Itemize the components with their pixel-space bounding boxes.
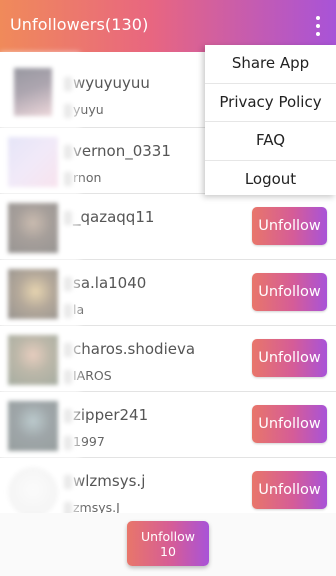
avatar <box>8 401 58 451</box>
avatar <box>14 68 52 116</box>
avatar <box>8 203 58 253</box>
username: _qazaqq11 <box>64 208 154 226</box>
unfollow-button[interactable]: Unfollow <box>252 207 327 245</box>
overflow-menu-icon[interactable] <box>316 16 320 36</box>
menu-item-share-app[interactable]: Share App <box>205 45 336 84</box>
avatar <box>8 269 58 319</box>
list-item: charos.shodieva IAROS Unfollow <box>0 326 336 392</box>
page-title: Unfollowers(130) <box>10 15 149 34</box>
list-item: zipper241 1997 Unfollow <box>0 392 336 458</box>
unfollow-button[interactable]: Unfollow <box>252 471 327 509</box>
menu-item-faq[interactable]: FAQ <box>205 122 336 161</box>
avatar <box>8 467 58 517</box>
unfollow-button[interactable]: Unfollow <box>252 405 327 443</box>
username: vernon_0331 <box>64 142 171 160</box>
username: wyuyuyuu <box>64 74 150 92</box>
menu-item-privacy-policy[interactable]: Privacy Policy <box>205 84 336 122</box>
unfollow-button[interactable]: Unfollow <box>252 339 327 377</box>
overflow-menu: Share App Privacy Policy FAQ Logout <box>205 45 336 195</box>
list-item: sa.la1040 la Unfollow <box>0 260 336 326</box>
unfollow-batch-button[interactable]: Unfollow 10 <box>127 521 209 566</box>
display-name: yuyu <box>64 102 104 118</box>
username: sa.la1040 <box>64 274 146 292</box>
username: zipper241 <box>64 406 148 424</box>
unfollow-button[interactable]: Unfollow <box>252 273 327 311</box>
avatar <box>8 137 58 187</box>
display-name: 1997 <box>64 434 105 450</box>
username: charos.shodieva <box>64 340 195 358</box>
display-name: rnon <box>64 170 101 186</box>
username: wlzmsys.j <box>64 472 145 490</box>
menu-item-logout[interactable]: Logout <box>205 161 336 199</box>
list-item: _qazaqq11 Unfollow <box>0 194 336 260</box>
avatar <box>8 335 58 385</box>
display-name: la <box>64 302 84 318</box>
display-name: IAROS <box>64 368 112 384</box>
